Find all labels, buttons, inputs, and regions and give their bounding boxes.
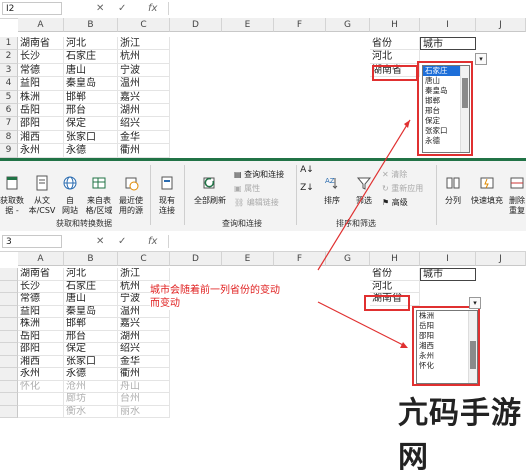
- watermark-logo: 亢码手游网: [398, 396, 522, 475]
- annotation-text: 城市会随着前一列省份的变动 而变动: [150, 284, 280, 310]
- annotation-arrows: [317, 119, 411, 348]
